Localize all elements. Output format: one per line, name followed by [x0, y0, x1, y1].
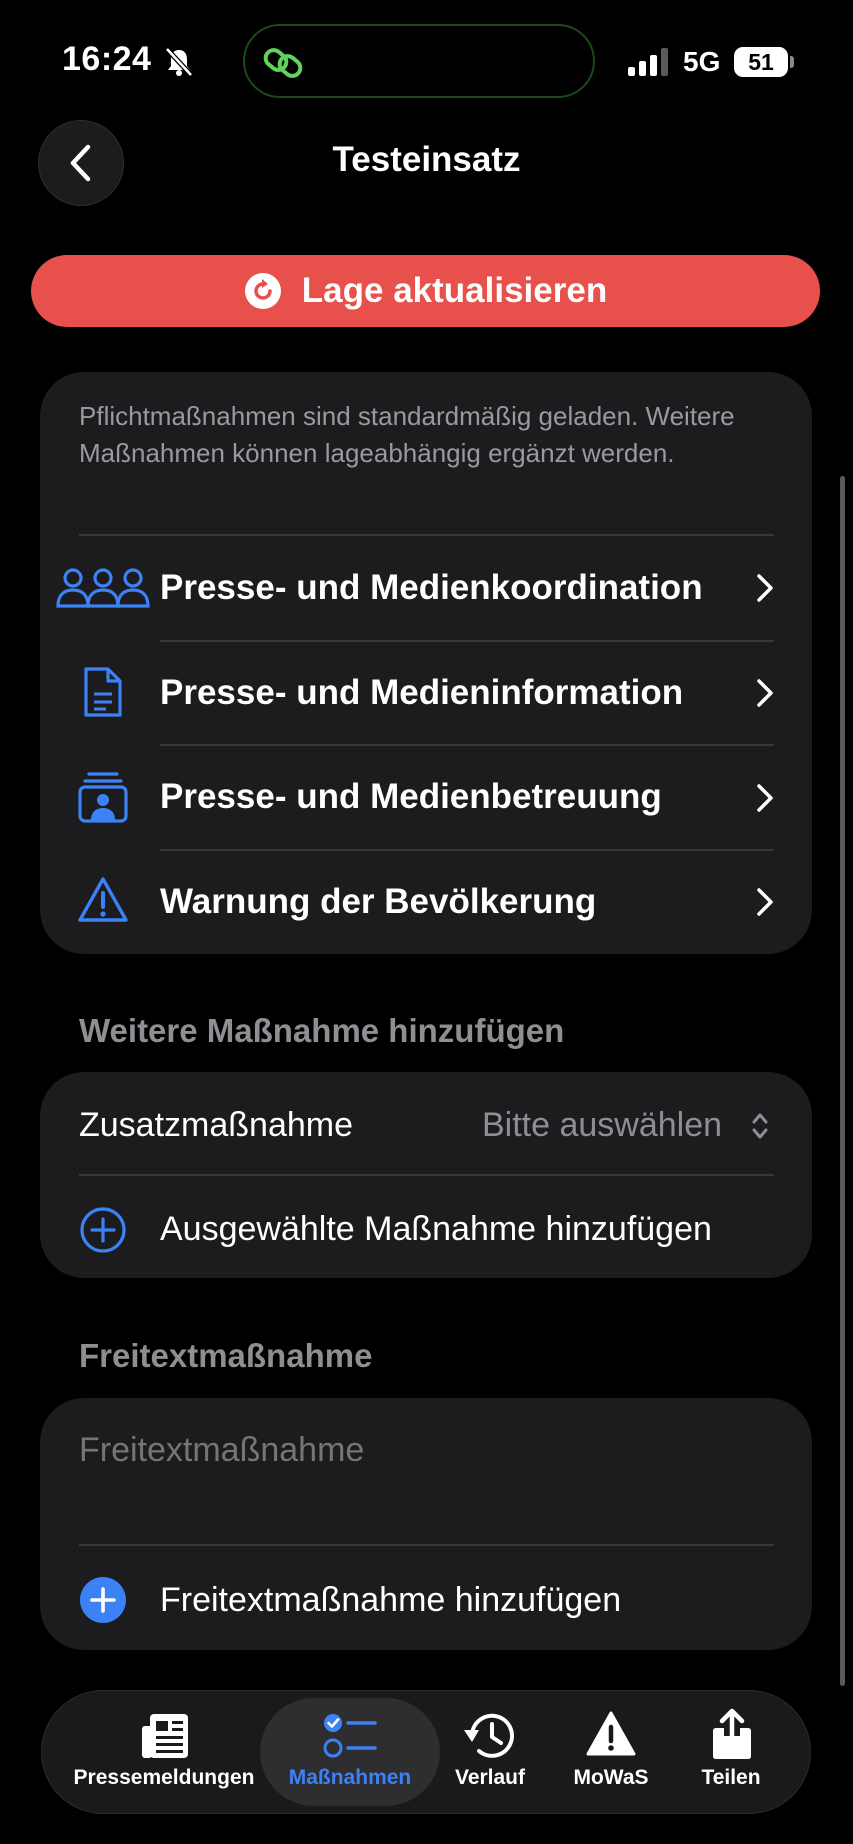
plus-circle-icon: [80, 1207, 126, 1253]
newspaper-icon: [142, 1714, 188, 1758]
tab-label: Teilen: [701, 1766, 761, 1789]
tab-label: Verlauf: [454, 1766, 526, 1789]
picker-value: Bitte auswählen: [482, 1106, 723, 1144]
bell-muted-icon: [165, 47, 193, 77]
page-title: Testeinsatz: [332, 140, 521, 179]
people-group-icon: [56, 568, 150, 608]
update-button-label: Lage aktualisieren: [301, 271, 608, 310]
section-title-freetext: Freitextmaßnahme: [79, 1337, 373, 1374]
cellular-signal-icon: [628, 48, 668, 76]
measure-label: Warnung der Bevölkerung: [160, 882, 597, 921]
chevron-right-icon: [757, 888, 773, 916]
chevron-updown-icon: [752, 1113, 768, 1139]
plus-circle-filled-icon: [80, 1577, 126, 1623]
freetext-input[interactable]: [79, 1420, 759, 1480]
checklist-icon: [323, 1714, 377, 1758]
add-freetext-label: Freitextmaßnahme hinzufügen: [160, 1581, 622, 1619]
contact-card-icon: [78, 772, 128, 823]
network-type: 5G: [683, 46, 721, 77]
chevron-right-icon: [757, 574, 773, 602]
status-time: 16:24: [62, 40, 152, 78]
warning-icon: [586, 1711, 636, 1756]
tab-label-active: Maßnahmen: [288, 1766, 412, 1789]
link-chain-icon: [263, 48, 303, 78]
measure-label: Presse- und Medienkoordination: [160, 568, 703, 607]
tab-label: MoWaS: [573, 1766, 649, 1789]
measure-label: Presse- und Medienbetreuung: [160, 777, 662, 816]
warning-triangle-icon: [78, 877, 128, 922]
battery-tip: [790, 56, 794, 68]
section-title-additional: Weitere Maßnahme hinzufügen: [79, 1012, 565, 1049]
measure-label: Presse- und Medieninformation: [160, 673, 684, 712]
tab-label: Pressemeldungen: [73, 1766, 255, 1789]
history-clock-icon: [464, 1713, 514, 1758]
document-icon: [84, 667, 122, 717]
update-situation-button[interactable]: Lage aktualisieren: [31, 255, 820, 327]
picker-label: Zusatzmaßnahme: [79, 1106, 353, 1144]
measures-info-text: Pflichtmaßnahmen sind standardmäßig gela…: [79, 401, 735, 468]
add-selected-measure-label: Ausgewählte Maßnahme hinzufügen: [160, 1210, 712, 1248]
chevron-right-icon: [757, 679, 773, 707]
scrollbar[interactable]: [840, 476, 845, 1686]
refresh-icon: [244, 273, 281, 309]
chevron-right-icon: [757, 784, 773, 812]
share-icon: [713, 1708, 751, 1759]
battery-indicator: 51: [734, 47, 788, 77]
